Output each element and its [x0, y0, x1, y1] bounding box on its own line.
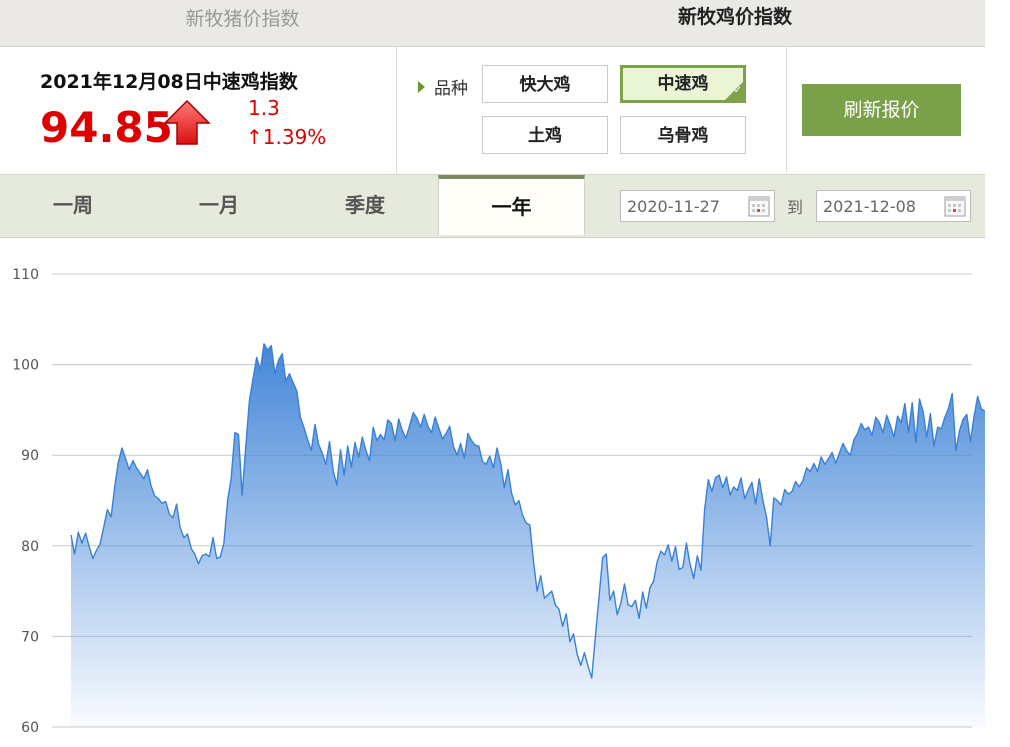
variety-fast-chicken-button[interactable]: 快大鸡 [482, 65, 608, 103]
tab-chicken-price-index[interactable]: 新牧鸡价指数 [485, 0, 985, 46]
divider [396, 47, 397, 173]
refresh-price-button[interactable]: 刷新报价 [802, 84, 961, 136]
index-change: 1.3 [248, 96, 280, 120]
y-tick-label: 60 [21, 720, 39, 736]
triangle-right-icon [418, 81, 425, 93]
y-tick-label: 110 [12, 267, 39, 283]
index-title: 2021年12月08日中速鸡指数 [40, 71, 298, 93]
index-value: 94.85 [40, 103, 173, 152]
variety-silkie-chicken-button[interactable]: 乌骨鸡 [620, 116, 746, 154]
check-icon: ✓ [725, 82, 743, 100]
index-change-percent: ↑1.39% [246, 125, 327, 149]
date-to-input[interactable] [823, 195, 938, 217]
date-from-field[interactable] [620, 190, 775, 222]
tab-pig-price-index[interactable]: 新牧猪价指数 [0, 0, 485, 46]
variety-label: 品种 [418, 74, 468, 99]
series-area [71, 343, 985, 727]
divider [786, 47, 787, 173]
tab-one-month[interactable]: 一月 [146, 175, 292, 237]
y-tick-label: 80 [21, 539, 39, 555]
price-index-chart: 60 70 80 90 100 110 [12, 267, 986, 736]
tab-quarter[interactable]: 季度 [292, 175, 438, 237]
date-to-field[interactable] [816, 190, 971, 222]
y-tick-label: 100 [12, 358, 39, 374]
date-from-input[interactable] [627, 195, 742, 217]
calendar-icon[interactable] [944, 195, 966, 217]
date-range-separator: 到 [787, 198, 804, 217]
y-tick-label: 70 [21, 629, 39, 645]
variety-medium-chicken-button[interactable]: 中速鸡 ✓ [620, 65, 746, 103]
variety-label-text: 品种 [434, 79, 468, 99]
variety-native-chicken-button[interactable]: 土鸡 [482, 116, 608, 154]
tab-one-year[interactable]: 一年 [438, 175, 585, 235]
calendar-icon[interactable] [748, 195, 770, 217]
y-tick-label: 90 [21, 448, 39, 464]
tab-one-week[interactable]: 一周 [0, 175, 146, 237]
variety-medium-chicken-label: 中速鸡 [657, 74, 709, 94]
up-arrow-icon [163, 99, 211, 145]
